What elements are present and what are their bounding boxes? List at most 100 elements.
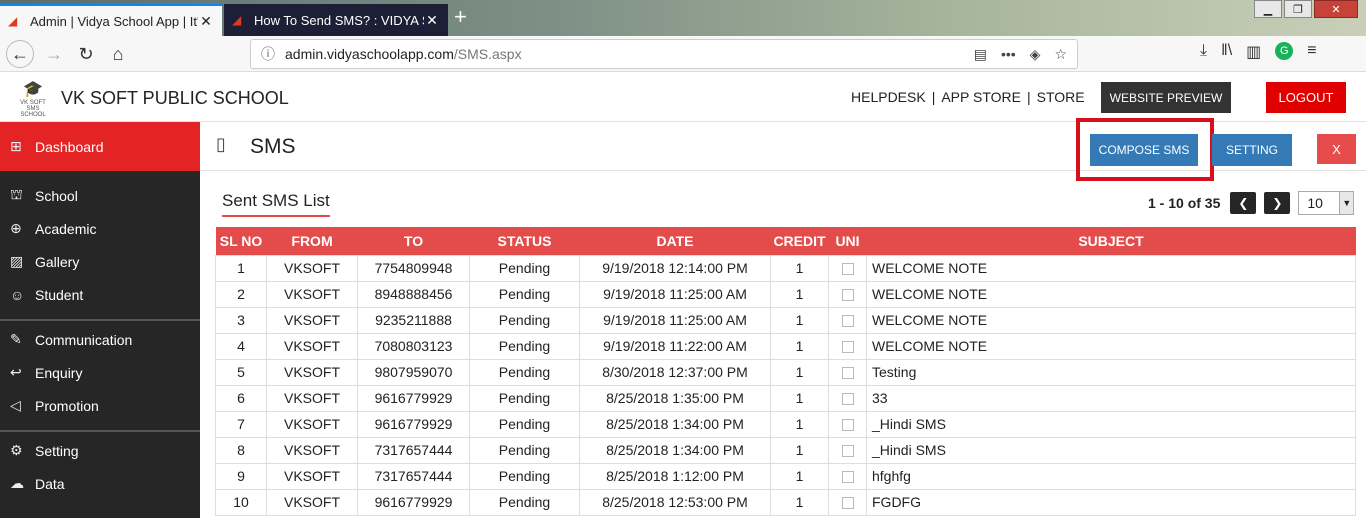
- graduation-cap-icon: 🎓: [23, 81, 43, 98]
- table-cell: 2: [215, 280, 267, 308]
- table-row[interactable]: 5 VKSOFT 9807959070 Pending 8/30/2018 12:37:…: [215, 358, 1356, 386]
- site-info-icon[interactable]: ⓘ: [261, 44, 275, 64]
- uni-checkbox[interactable]: [841, 419, 854, 432]
- table-cell: _Hindi SMS: [866, 436, 1356, 464]
- page-actions-icon[interactable]: •••: [1001, 46, 1016, 62]
- table-cell: VKSOFT: [266, 280, 358, 308]
- restore-icon[interactable]: ❐: [1284, 0, 1312, 18]
- column-header[interactable]: SUBJECT: [866, 227, 1356, 255]
- table-row[interactable]: 3 VKSOFT 9235211888 Pending 9/19/2018 11:25:…: [215, 306, 1356, 334]
- uni-checkbox[interactable]: [841, 315, 854, 328]
- table-cell: WELCOME NOTE: [866, 280, 1356, 308]
- sidebar-item-gallery[interactable]: ▨ Gallery: [0, 245, 200, 278]
- column-header[interactable]: STATUS: [469, 227, 580, 255]
- table-cell: 1: [770, 462, 829, 490]
- uni-checkbox[interactable]: [841, 471, 854, 484]
- table-cell: VKSOFT: [266, 488, 358, 516]
- table-row[interactable]: 6 VKSOFT 9616779929 Pending 8/25/2018 1:35:0…: [215, 384, 1356, 412]
- table-row[interactable]: 1 VKSOFT 7754809948 Pending 9/19/2018 12:14:…: [215, 254, 1356, 282]
- image-icon: ▨: [10, 253, 24, 269]
- table-cell: Pending: [469, 462, 580, 490]
- table-cell: 9807959070: [357, 358, 470, 386]
- sidebar-item-communication[interactable]: ✎ Communication: [0, 323, 200, 356]
- window-close-icon[interactable]: ✕: [1314, 0, 1358, 18]
- uni-checkbox[interactable]: [841, 289, 854, 302]
- forward-arrow-icon[interactable]: →: [40, 40, 68, 68]
- sidebar-item-data[interactable]: ☁ Data: [0, 467, 200, 500]
- setting-button[interactable]: SETTING: [1212, 134, 1292, 166]
- column-header[interactable]: FROM: [266, 227, 358, 255]
- website-preview-button[interactable]: WEBSITE PREVIEW: [1101, 82, 1231, 113]
- sidebar-item-enquiry[interactable]: ↩ Enquiry: [0, 356, 200, 389]
- table-row[interactable]: 8 VKSOFT 7317657444 Pending 8/25/2018 1:34:0…: [215, 436, 1356, 464]
- bookmark-star-icon[interactable]: ☆: [1054, 46, 1067, 63]
- prev-page-icon[interactable]: ❮: [1230, 192, 1257, 214]
- column-header[interactable]: UNI: [828, 227, 867, 255]
- pocket-icon[interactable]: ◈: [1030, 46, 1041, 63]
- table-cell: VKSOFT: [266, 462, 358, 490]
- compose-sms-button[interactable]: COMPOSE SMS: [1090, 134, 1198, 166]
- table-cell: 10: [215, 488, 267, 516]
- close-button[interactable]: X: [1317, 134, 1356, 164]
- table-row[interactable]: 4 VKSOFT 7080803123 Pending 9/19/2018 11:22:…: [215, 332, 1356, 360]
- minimize-icon[interactable]: ▁: [1254, 0, 1282, 18]
- column-header[interactable]: CREDIT: [770, 227, 829, 255]
- home-icon[interactable]: ⌂: [104, 40, 132, 68]
- table-cell: 9/19/2018 11:25:00 AM: [579, 306, 771, 334]
- library-icon[interactable]: ‖\: [1221, 42, 1232, 62]
- table-body: 1 VKSOFT 7754809948 Pending 9/19/2018 12:14:…: [215, 254, 1356, 516]
- table-row[interactable]: 10 VKSOFT 9616779929 Pending 8/25/2018 12:53…: [215, 488, 1356, 516]
- uni-checkbox[interactable]: [841, 497, 854, 510]
- back-arrow-icon[interactable]: ←: [6, 40, 34, 68]
- table-cell: 1: [770, 358, 829, 386]
- address-bar[interactable]: ⓘ admin.vidyaschoolapp.com/SMS.aspx ▤ ••…: [250, 39, 1078, 69]
- reader-view-icon[interactable]: ▤: [974, 46, 987, 63]
- uni-checkbox[interactable]: [841, 393, 854, 406]
- download-icon[interactable]: ⤓: [1200, 42, 1207, 62]
- uni-checkbox-cell: [828, 436, 867, 464]
- grammarly-icon[interactable]: G: [1275, 42, 1294, 60]
- table-cell: 7754809948: [357, 254, 470, 282]
- sidebar-item-setting[interactable]: ⚙ Setting: [0, 434, 200, 467]
- column-header[interactable]: SL NO: [215, 227, 267, 255]
- sidebar-item-academic[interactable]: ⊕ Academic: [0, 212, 200, 245]
- sidebar-item-promotion[interactable]: ◁ Promotion: [0, 389, 200, 422]
- sidebar-item-dashboard[interactable]: ⊞ Dashboard: [0, 122, 200, 171]
- new-tab-icon[interactable]: +: [454, 4, 467, 30]
- uni-checkbox[interactable]: [841, 263, 854, 276]
- table-cell: VKSOFT: [266, 410, 358, 438]
- menu-hamburger-icon[interactable]: ≡: [1307, 42, 1316, 62]
- table-cell: 9235211888: [357, 306, 470, 334]
- page-size-select[interactable]: 10 ▼: [1298, 191, 1355, 215]
- sms-page-icon: ▯: [216, 134, 226, 154]
- sidebar-toggle-icon[interactable]: ▥: [1246, 42, 1261, 62]
- reload-icon[interactable]: ↻: [72, 40, 100, 68]
- table-cell: WELCOME NOTE: [866, 332, 1356, 360]
- reply-icon: ↩: [10, 364, 22, 380]
- next-page-icon[interactable]: ❯: [1264, 192, 1291, 214]
- app-store-link[interactable]: APP STORE: [941, 89, 1021, 105]
- table-cell: 8948888456: [357, 280, 470, 308]
- tab-title: Admin | Vidya School App | It's: [30, 13, 198, 29]
- column-header[interactable]: DATE: [579, 227, 771, 255]
- logout-button[interactable]: LOGOUT: [1266, 82, 1346, 113]
- sidebar-item-school[interactable]: ⛫ School: [0, 179, 200, 212]
- table-cell: 1: [770, 280, 829, 308]
- uni-checkbox[interactable]: [841, 341, 854, 354]
- sidebar-item-student[interactable]: ☺ Student: [0, 278, 200, 311]
- tab-close-icon[interactable]: ✕: [424, 12, 440, 29]
- store-link[interactable]: STORE: [1037, 89, 1085, 105]
- table-row[interactable]: 2 VKSOFT 8948888456 Pending 9/19/2018 11:25:…: [215, 280, 1356, 308]
- column-header[interactable]: TO: [357, 227, 470, 255]
- browser-tab-how-to[interactable]: ◢ How To Send SMS? : VIDYA SCH ✕: [224, 4, 448, 36]
- table-cell: WELCOME NOTE: [866, 254, 1356, 282]
- school-icon: ⛫: [10, 186, 23, 202]
- table-row[interactable]: 9 VKSOFT 7317657444 Pending 8/25/2018 1:12:0…: [215, 462, 1356, 490]
- browser-tab-admin[interactable]: ◢ Admin | Vidya School App | It's ✕: [0, 4, 222, 36]
- helpdesk-link[interactable]: HELPDESK: [851, 89, 926, 105]
- uni-checkbox[interactable]: [841, 445, 854, 458]
- tab-close-icon[interactable]: ✕: [198, 13, 214, 30]
- table-row[interactable]: 7 VKSOFT 9616779929 Pending 8/25/2018 1:34:0…: [215, 410, 1356, 438]
- uni-checkbox[interactable]: [841, 367, 854, 380]
- table-cell: Pending: [469, 358, 580, 386]
